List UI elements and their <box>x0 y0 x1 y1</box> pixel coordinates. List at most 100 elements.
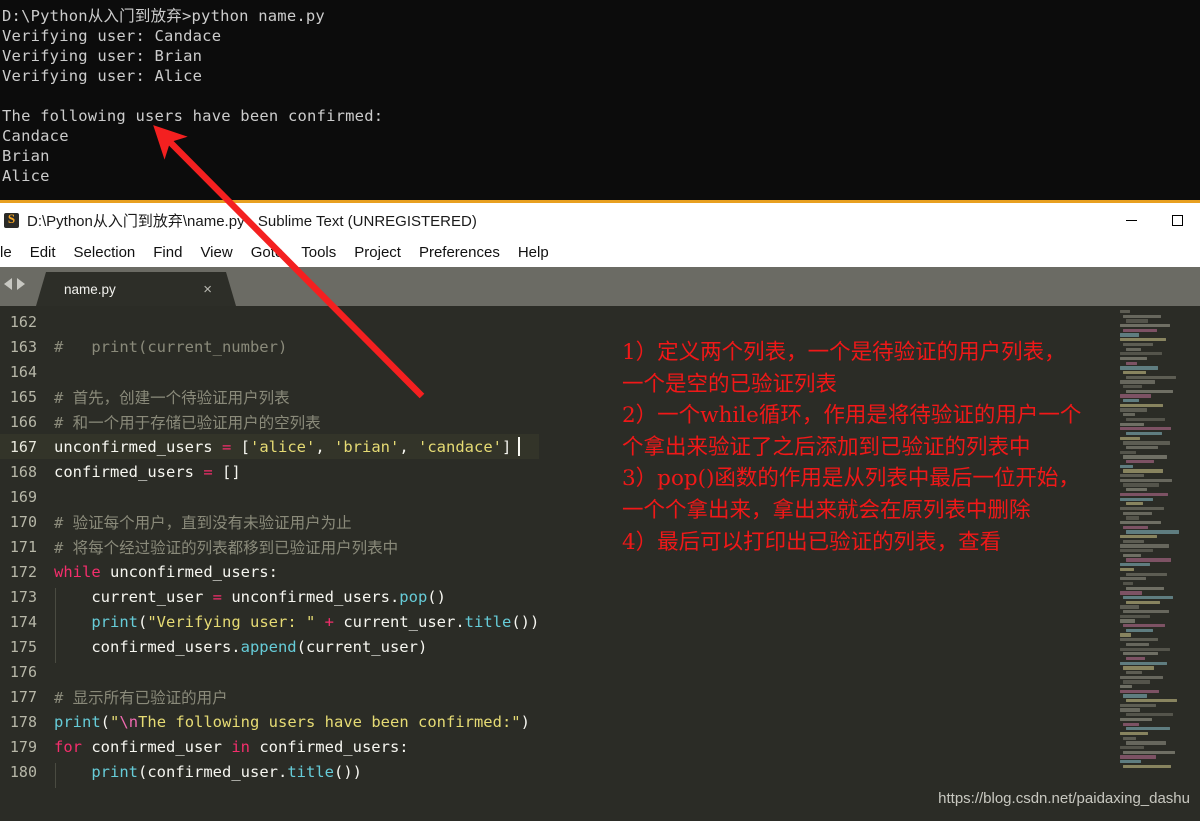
code-text[interactable]: confirmed_users = [] <box>44 463 241 481</box>
code-text[interactable]: # 首先，创建一个待验证用户列表 <box>44 386 290 408</box>
code-text[interactable]: # 验证每个用户，直到没有未验证用户为止 <box>44 511 352 533</box>
minimap-line <box>1120 324 1170 328</box>
minimap-line <box>1120 647 1171 651</box>
code-text[interactable]: print("Verifying user: " + current_user.… <box>44 612 539 638</box>
code-text[interactable]: print(confirmed_user.title()) <box>44 762 362 788</box>
code-line-164[interactable]: 164 <box>0 359 539 384</box>
window-controls <box>1108 203 1200 237</box>
code-line-167[interactable]: 167 unconfirmed_users = ['alice', 'brian'… <box>0 434 540 459</box>
minimap-line <box>1126 628 1153 633</box>
line-number: 170 <box>9 512 37 531</box>
code-line-179[interactable]: 179 for confirmed_user in confirmed_users… <box>0 734 539 759</box>
code-line-176[interactable]: 176 <box>0 659 539 684</box>
code-text[interactable]: # 将每个经过验证的列表都移到已验证用户列表中 <box>44 536 398 558</box>
minimap-line <box>1120 619 1135 623</box>
menu-item-le[interactable]: le <box>0 244 21 261</box>
minimap-line <box>1120 563 1150 567</box>
minimap-line <box>1126 600 1161 604</box>
maximize-button[interactable] <box>1154 203 1200 237</box>
code-text[interactable]: unconfirmed_users = ['alice', 'brian', '… <box>44 437 521 456</box>
line-number: 179 <box>9 737 37 756</box>
minimap-line <box>1120 567 1135 572</box>
code-line-170[interactable]: 170 # 验证每个用户，直到没有未验证用户为止 <box>0 509 539 534</box>
code-line-178[interactable]: 178 print("\nThe following users have bee… <box>0 709 539 734</box>
code-line-175[interactable]: 175 confirmed_users.append(current_user) <box>0 634 539 663</box>
chevron-right-icon[interactable] <box>17 278 25 290</box>
editor-tab-name-py[interactable]: name.py × <box>36 272 236 306</box>
tab-label: name.py <box>64 281 116 297</box>
menu-item-preferences[interactable]: Preferences <box>410 244 509 261</box>
code-text[interactable]: # 和一个用于存储已验证用户的空列表 <box>44 411 321 433</box>
code-text[interactable]: confirmed_users.append(current_user) <box>44 637 427 663</box>
minimap-line <box>1126 642 1149 647</box>
sublime-title-bar[interactable]: D:\Python从入门到放弃\name.py - Sublime Text (… <box>0 203 1200 237</box>
menu-item-tools[interactable]: Tools <box>292 244 345 261</box>
minimap-line <box>1120 614 1151 618</box>
minimize-icon <box>1125 219 1137 221</box>
minimap-line <box>1123 680 1151 684</box>
tab-scroll-arrows[interactable] <box>4 278 25 290</box>
code-line-174[interactable]: 174 print("Verifying user: " + current_u… <box>0 609 539 638</box>
code-text[interactable]: for confirmed_user in confirmed_users: <box>44 738 409 756</box>
minimap-line <box>1120 633 1132 637</box>
menu-bar: le Edit Selection Find View Goto Tools Project P… <box>0 237 1200 267</box>
line-number: 180 <box>9 762 37 781</box>
minimap-line <box>1120 731 1149 736</box>
code-text[interactable]: while unconfirmed_users: <box>44 563 278 581</box>
line-number: 163 <box>9 337 37 356</box>
menu-item-help[interactable]: Help <box>509 244 558 261</box>
console-line: Brian <box>2 147 50 165</box>
minimap-line <box>1120 577 1146 581</box>
menu-item-view[interactable]: View <box>191 244 241 261</box>
minimap-line <box>1126 586 1164 590</box>
console-line: Verifying user: Alice <box>2 67 203 85</box>
menu-item-selection[interactable]: Selection <box>65 244 145 261</box>
code-text[interactable]: # print(current_number) <box>44 338 287 356</box>
line-number: 171 <box>9 537 37 556</box>
red-annotation-text: 1）定义两个列表，一个是待验证的用户列表， 一个是空的已验证列表 2）一个whi… <box>622 340 1082 555</box>
minimap-line <box>1123 722 1140 726</box>
indent-guide <box>55 587 56 613</box>
code-line-169[interactable]: 169 <box>0 484 539 509</box>
minimap-line <box>1123 610 1169 614</box>
code-line-171[interactable]: 171 # 将每个经过验证的列表都移到已验证用户列表中 <box>0 534 539 559</box>
line-number: 169 <box>9 487 37 506</box>
menu-item-project[interactable]: Project <box>345 244 410 261</box>
code-line-163[interactable]: 163 # print(current_number) <box>0 334 539 359</box>
minimap-line <box>1120 310 1131 314</box>
code-text[interactable]: current_user = unconfirmed_users.pop() <box>44 587 446 613</box>
chevron-left-icon[interactable] <box>4 278 12 290</box>
line-number: 166 <box>9 412 37 431</box>
code-lines[interactable]: 162 163 # print(current_number) 164 165 # 首先，… <box>0 309 540 788</box>
code-line-177[interactable]: 177 # 显示所有已验证的用户 <box>0 684 539 709</box>
minimize-button[interactable] <box>1108 203 1154 237</box>
code-text[interactable]: print("\nThe following users have been c… <box>44 713 530 731</box>
code-line-165[interactable]: 165 # 首先，创建一个待验证用户列表 <box>0 384 539 409</box>
minimap-line <box>1120 675 1163 679</box>
minimap-line <box>1126 670 1142 675</box>
screenshot-root: D:\Python从入门到放弃>python name.py Verifying … <box>0 0 1200 821</box>
code-line-162[interactable]: 162 <box>0 309 539 334</box>
minimap-line <box>1120 708 1140 712</box>
code-line-166[interactable]: 166 # 和一个用于存储已验证用户的空列表 <box>0 409 539 434</box>
code-line-173[interactable]: 173 current_user = unconfirmed_users.pop… <box>0 584 539 613</box>
code-line-172[interactable]: 172 while unconfirmed_users: <box>0 559 539 584</box>
minimap-line <box>1120 760 1141 764</box>
minimap-line <box>1120 717 1152 722</box>
menu-item-find[interactable]: Find <box>144 244 191 261</box>
console-line: Alice <box>2 167 50 185</box>
tab-bar: name.py × <box>0 267 1200 306</box>
minimap-line <box>1120 605 1139 609</box>
minimap-line <box>1120 703 1156 708</box>
code-text[interactable]: # 显示所有已验证的用户 <box>44 686 228 708</box>
menu-item-edit[interactable]: Edit <box>21 244 65 261</box>
command-prompt-window[interactable]: D:\Python从入门到放弃>python name.py Verifying … <box>0 0 1200 203</box>
minimap-line <box>1126 572 1168 576</box>
code-line-168[interactable]: 168 confirmed_users = [] <box>0 459 539 484</box>
console-line: Verifying user: Candace <box>2 27 222 45</box>
menu-item-goto[interactable]: Goto <box>242 244 293 261</box>
code-line-180[interactable]: 180 print(confirmed_user.title()) <box>0 759 539 788</box>
watermark-url: https://blog.csdn.net/paidaxing_dashu <box>938 790 1190 807</box>
close-icon[interactable]: × <box>203 282 212 297</box>
console-line: Verifying user: Brian <box>2 47 203 65</box>
